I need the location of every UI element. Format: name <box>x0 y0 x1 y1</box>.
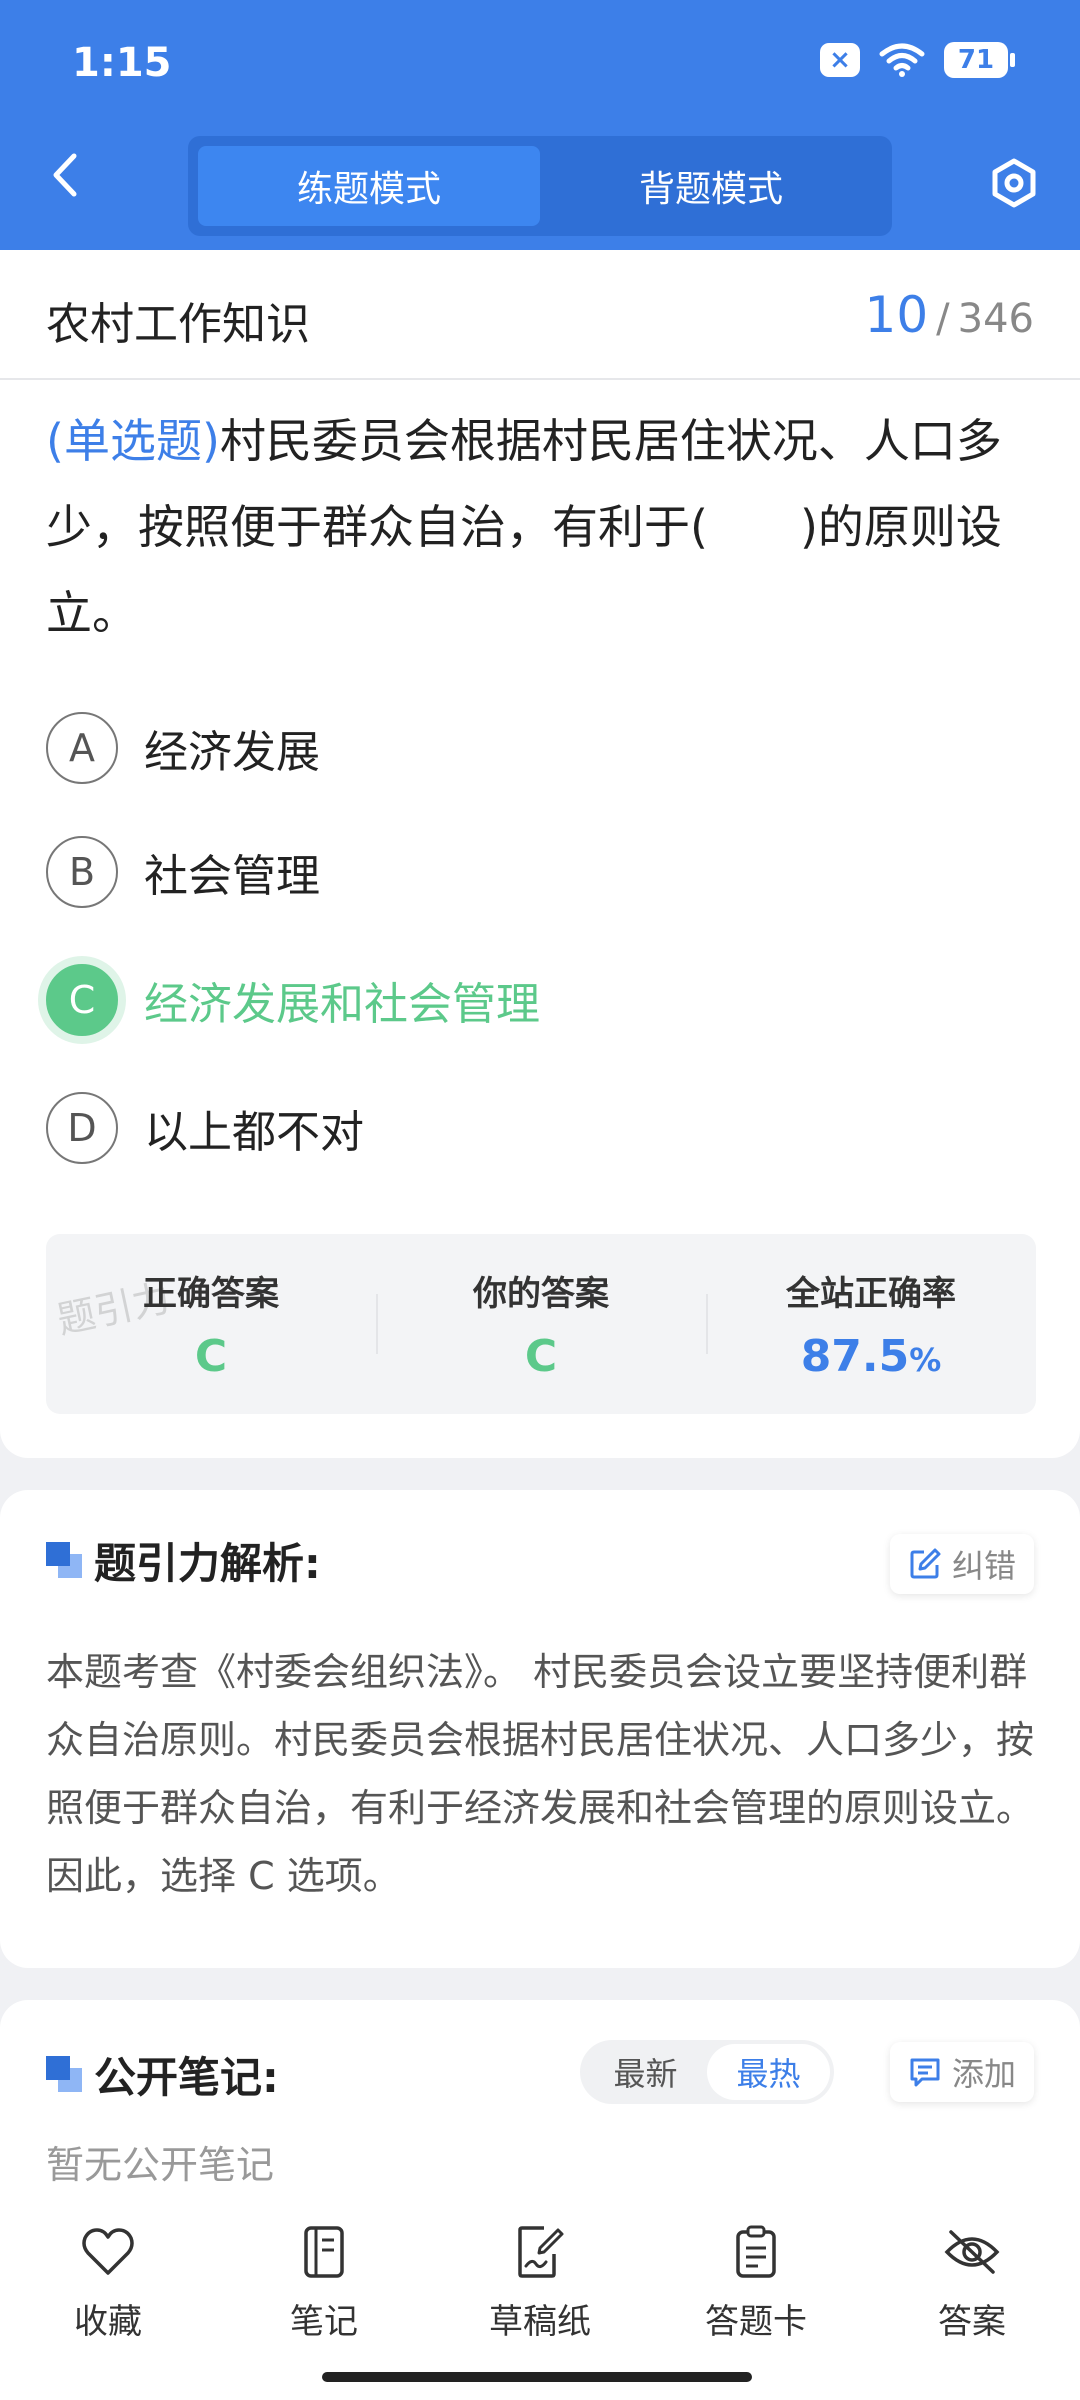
edit-icon <box>910 1548 941 1579</box>
rate-unit: % <box>909 1341 942 1379</box>
show-answer-label: 答案 <box>938 2302 1006 2342</box>
question-text: (单选题)村民委员会根据村民居住状况、人口多少，按照便于群众自治，有利于( )的… <box>46 398 1036 656</box>
home-indicator[interactable] <box>322 2372 752 2382</box>
section-marker-icon <box>46 2056 82 2092</box>
heart-icon <box>78 2222 138 2282</box>
section-marker-icon <box>46 1542 82 1578</box>
add-note-label: 添加 <box>951 2055 1016 2093</box>
draft-paper-icon <box>510 2222 570 2282</box>
tab-memorize-mode[interactable]: 背题模式 <box>540 146 882 226</box>
status-icons: × 71 <box>820 42 1015 78</box>
option-letter: D <box>46 1092 118 1164</box>
option-d[interactable]: D 以上都不对 <box>46 1090 946 1166</box>
chevron-left-icon <box>53 153 77 197</box>
sort-newest[interactable]: 最新 <box>584 2044 707 2100</box>
option-text: 经济发展 <box>144 727 320 778</box>
hexagon-settings-icon <box>992 158 1036 208</box>
wifi-icon <box>878 42 926 78</box>
stat-accuracy-rate: 全站正确率 87.5% <box>706 1234 1036 1414</box>
add-note-button[interactable]: 添加 <box>889 2042 1034 2102</box>
option-b[interactable]: B 社会管理 <box>46 834 946 910</box>
tab-practice-mode[interactable]: 练题模式 <box>198 146 540 226</box>
option-c[interactable]: C 经济发展和社会管理 <box>46 962 946 1038</box>
analysis-card: 题引力解析: 纠错 本题考查《村委会组织法》。 村民委员会设立要坚持便利群众自治… <box>0 1490 1080 1968</box>
notebook-icon <box>294 2222 354 2282</box>
stat-correct-answer: 正确答案 C <box>46 1234 376 1414</box>
option-letter: A <box>46 712 118 784</box>
draft-paper-label: 草稿纸 <box>489 2302 591 2342</box>
stat-value: C <box>524 1331 558 1382</box>
notes-title: 公开笔记: <box>94 2053 279 2102</box>
favorite-label: 收藏 <box>74 2302 142 2342</box>
analysis-title: 题引力解析: <box>94 1539 321 1588</box>
section-title: 农村工作知识 <box>46 299 310 350</box>
option-a[interactable]: A 经济发展 <box>46 710 946 786</box>
rate-number: 87.5 <box>800 1331 910 1382</box>
status-time: 1:15 <box>72 40 172 86</box>
app-header: 1:15 × 71 练题模式 背题模式 <box>0 0 1080 250</box>
comment-icon <box>910 2058 940 2087</box>
sort-hottest[interactable]: 最热 <box>707 2044 830 2100</box>
stat-label: 全站正确率 <box>786 1274 956 1314</box>
analysis-text: 本题考查《村委会组织法》。 村民委员会设立要坚持便利群众自治原则。村民委员会根据… <box>46 1650 1035 1898</box>
battery-icon: 71 <box>944 42 1015 78</box>
show-answer-button[interactable]: 答案 <box>864 2208 1080 2400</box>
current-question-number: 10 <box>864 286 929 344</box>
question-progress: 10 / 346 <box>865 286 1034 344</box>
stat-label: 你的答案 <box>473 1274 609 1314</box>
stat-label: 正确答案 <box>143 1274 279 1314</box>
settings-button[interactable] <box>986 155 1042 211</box>
eye-off-icon <box>942 2222 1002 2282</box>
stat-value: 87.5% <box>801 1331 942 1382</box>
mode-switch: 练题模式 背题模式 <box>188 136 892 236</box>
progress-separator: / <box>936 296 950 342</box>
report-error-label: 纠错 <box>951 1547 1016 1585</box>
stat-your-answer: 你的答案 C <box>376 1234 706 1414</box>
notes-empty-text: 暂无公开笔记 <box>46 2143 275 2187</box>
option-text: 社会管理 <box>144 851 320 902</box>
option-text: 经济发展和社会管理 <box>144 979 540 1030</box>
notes-label: 笔记 <box>290 2302 358 2342</box>
question-type: (单选题) <box>46 414 220 468</box>
notes-sort-toggle: 最新 最热 <box>580 2040 834 2104</box>
back-button[interactable] <box>40 150 90 200</box>
option-letter: C <box>46 964 118 1036</box>
question-title-row: 农村工作知识 10 / 346 <box>0 250 1080 380</box>
answer-card-icon <box>726 2222 786 2282</box>
answer-stats: 题引力 正确答案 C 你的答案 C 全站正确率 87.5% <box>46 1234 1036 1414</box>
stat-value: C <box>194 1331 228 1382</box>
answer-card-label: 答题卡 <box>705 2302 807 2342</box>
option-text: 以上都不对 <box>144 1107 364 1158</box>
report-error-button[interactable]: 纠错 <box>889 1534 1034 1594</box>
total-questions: 346 <box>957 296 1034 342</box>
option-letter: B <box>46 836 118 908</box>
question-card: 农村工作知识 10 / 346 (单选题)村民委员会根据村民居住状况、人口多少，… <box>0 250 1080 1458</box>
favorite-button[interactable]: 收藏 <box>0 2208 216 2400</box>
close-box-icon: × <box>820 43 860 77</box>
